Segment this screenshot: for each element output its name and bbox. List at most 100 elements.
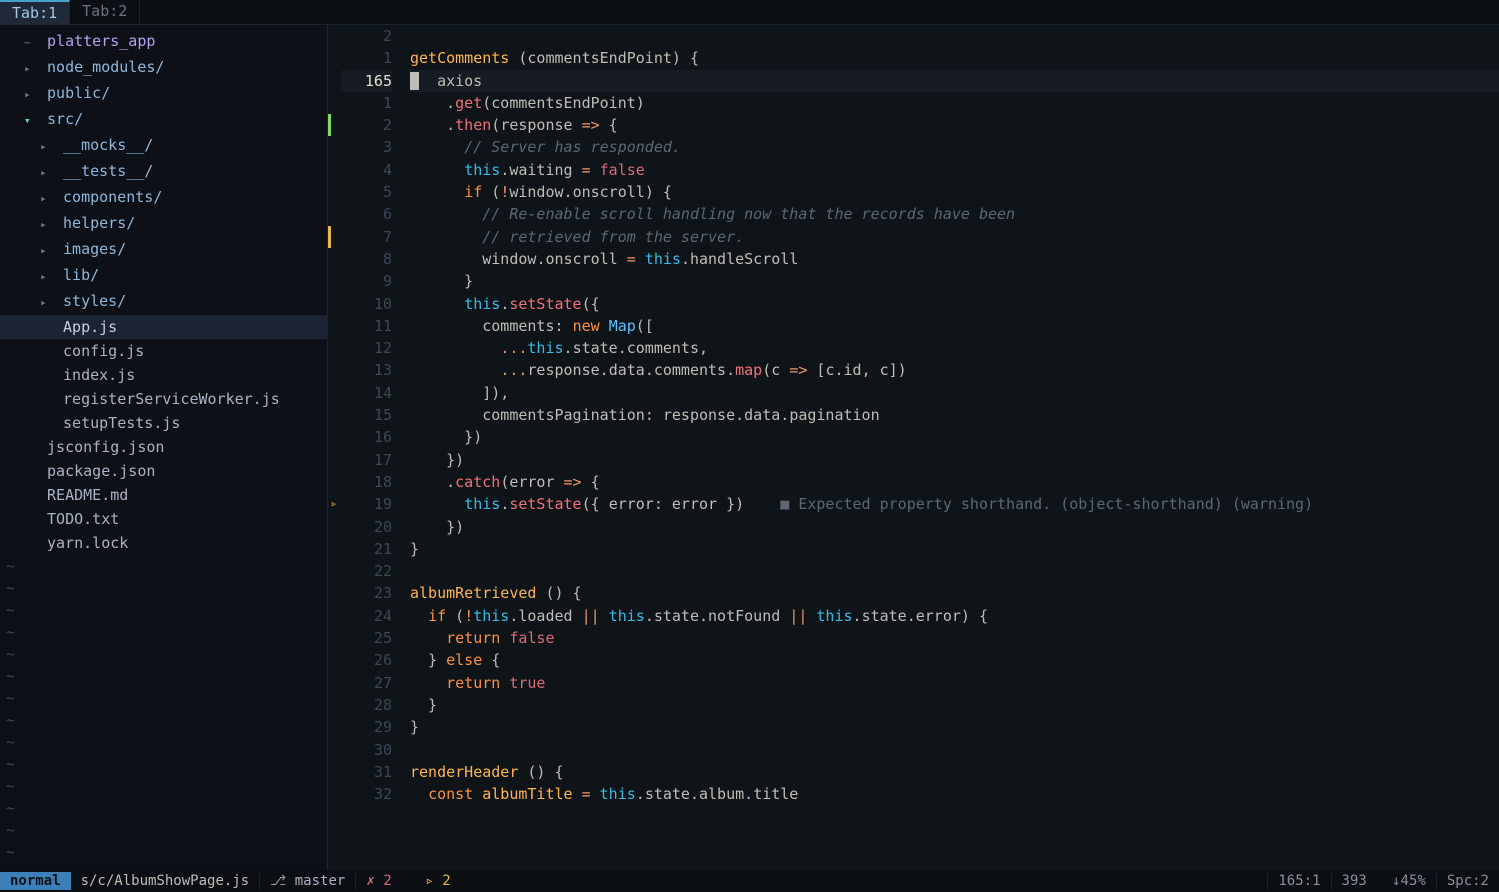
code-line[interactable]: } else { [410, 649, 1499, 671]
sign-cell [328, 359, 340, 381]
code-line[interactable]: albumRetrieved () { [410, 582, 1499, 604]
code-line[interactable]: const albumTitle = this.state.album.titl… [410, 783, 1499, 805]
code-line[interactable]: // Server has responded. [410, 136, 1499, 158]
code-line[interactable]: ]), [410, 382, 1499, 404]
code-line[interactable] [410, 739, 1499, 761]
sign-cell [328, 114, 340, 136]
file-tree[interactable]: ~ platters_app▸ node_modules/▸ public/▾ … [0, 25, 328, 870]
code-line[interactable]: this.setState({ error: error }) ■ Expect… [410, 493, 1499, 515]
tab-1[interactable]: Tab:1 [0, 0, 70, 24]
token-mt: setState [509, 495, 581, 513]
code-line[interactable]: commentsPagination: response.data.pagina… [410, 404, 1499, 426]
token-fn: renderHeader [410, 763, 518, 781]
token-op: => [564, 473, 582, 491]
code-line[interactable] [410, 560, 1499, 582]
token-mt: setState [509, 295, 581, 313]
tree-item-__tests__-[interactable]: ▸ __tests__/ [0, 159, 327, 185]
token-pn: { [582, 473, 600, 491]
code-line[interactable]: // retrieved from the server. [410, 226, 1499, 248]
tree-item-TODO-txt[interactable]: TODO.txt [0, 507, 327, 531]
code-area[interactable]: getComments (commentsEndPoint) { axios .… [402, 25, 1499, 870]
tab-2[interactable]: Tab:2 [70, 0, 140, 24]
tree-item-lib-[interactable]: ▸ lib/ [0, 263, 327, 289]
tree-item-README-md[interactable]: README.md [0, 483, 327, 507]
editor[interactable]: ▹ 21165123456789101112131415161718192021… [328, 25, 1499, 870]
sign-cell [328, 337, 340, 359]
code-line[interactable]: window.onscroll = this.handleScroll [410, 248, 1499, 270]
code-line[interactable]: .then(response => { [410, 114, 1499, 136]
code-line[interactable]: return false [410, 627, 1499, 649]
token-id: response [663, 406, 735, 424]
code-line[interactable]: } [410, 538, 1499, 560]
code-line[interactable]: axios [410, 70, 1499, 92]
tree-item-public-[interactable]: ▸ public/ [0, 81, 327, 107]
token-pn: , [699, 339, 708, 357]
token-pn: . [500, 295, 509, 313]
token-pn [410, 138, 464, 156]
tree-item-src-[interactable]: ▾ src/ [0, 107, 327, 133]
empty-line-tilde: ~ [0, 775, 327, 797]
token-pn [410, 339, 500, 357]
token-cm: // retrieved from the server. [482, 228, 744, 246]
code-line[interactable]: this.setState({ [410, 293, 1499, 315]
folder-closed-icon: ▸ [40, 266, 54, 288]
line-number: 11 [342, 315, 392, 337]
tree-item-App-js[interactable]: App.js [0, 315, 327, 339]
code-line[interactable]: if (!this.loaded || this.state.notFound … [410, 605, 1499, 627]
code-line[interactable]: ...response.data.comments.map(c => [c.id… [410, 359, 1499, 381]
tree-label: package.json [38, 462, 155, 480]
code-line[interactable]: } [410, 270, 1499, 292]
tree-item-components-[interactable]: ▸ components/ [0, 185, 327, 211]
code-line[interactable]: comments: new Map([ [410, 315, 1499, 337]
sign-cell [328, 159, 340, 181]
tree-item-setupTests-js[interactable]: setupTests.js [0, 411, 327, 435]
code-line[interactable]: return true [410, 672, 1499, 694]
token-pr: pagination [789, 406, 879, 424]
tree-item-node_modules-[interactable]: ▸ node_modules/ [0, 55, 327, 81]
token-mt: map [735, 361, 762, 379]
code-line[interactable]: getComments (commentsEndPoint) { [410, 47, 1499, 69]
tree-item-package-json[interactable]: package.json [0, 459, 327, 483]
code-line[interactable]: } [410, 694, 1499, 716]
token-op: ... [500, 339, 527, 357]
line-number: 4 [342, 159, 392, 181]
token-pn: : [555, 317, 573, 335]
tree-item-yarn-lock[interactable]: yarn.lock [0, 531, 327, 555]
sign-cell [328, 136, 340, 158]
tree-label: node_modules/ [38, 58, 164, 76]
sign-cell [328, 382, 340, 404]
token-pn [618, 250, 627, 268]
tree-item-styles-[interactable]: ▸ styles/ [0, 289, 327, 315]
token-pn [410, 674, 446, 692]
code-line[interactable]: this.waiting = false [410, 159, 1499, 181]
tree-label: index.js [54, 366, 135, 384]
code-line[interactable]: renderHeader () { [410, 761, 1499, 783]
tree-item-helpers-[interactable]: ▸ helpers/ [0, 211, 327, 237]
code-line[interactable]: .get(commentsEndPoint) [410, 92, 1499, 114]
code-line[interactable]: // Re-enable scroll handling now that th… [410, 203, 1499, 225]
tree-item-images-[interactable]: ▸ images/ [0, 237, 327, 263]
token-kw: if [428, 607, 446, 625]
token-pn: . [410, 473, 455, 491]
token-pn [600, 317, 609, 335]
tree-item-registerServiceWorker-js[interactable]: registerServiceWorker.js [0, 387, 327, 411]
tree-item-index-js[interactable]: index.js [0, 363, 327, 387]
git-branch: ⎇ master [260, 873, 356, 889]
token-pn [410, 317, 482, 335]
tree-item-config-js[interactable]: config.js [0, 339, 327, 363]
code-line[interactable] [410, 25, 1499, 47]
code-line[interactable]: ...this.state.comments, [410, 337, 1499, 359]
code-line[interactable]: } [410, 716, 1499, 738]
code-line[interactable]: }) [410, 516, 1499, 538]
code-line[interactable]: .catch(error => { [410, 471, 1499, 493]
tree-item-jsconfig-json[interactable]: jsconfig.json [0, 435, 327, 459]
code-line[interactable]: if (!window.onscroll) { [410, 181, 1499, 203]
code-line[interactable]: }) [410, 426, 1499, 448]
sign-cell [328, 92, 340, 114]
tree-item-platters_app[interactable]: ~ platters_app [0, 29, 327, 55]
code-line[interactable]: }) [410, 449, 1499, 471]
token-pn [410, 205, 482, 223]
tree-item-__mocks__-[interactable]: ▸ __mocks__/ [0, 133, 327, 159]
sign-cell [328, 203, 340, 225]
token-id: c [771, 361, 780, 379]
